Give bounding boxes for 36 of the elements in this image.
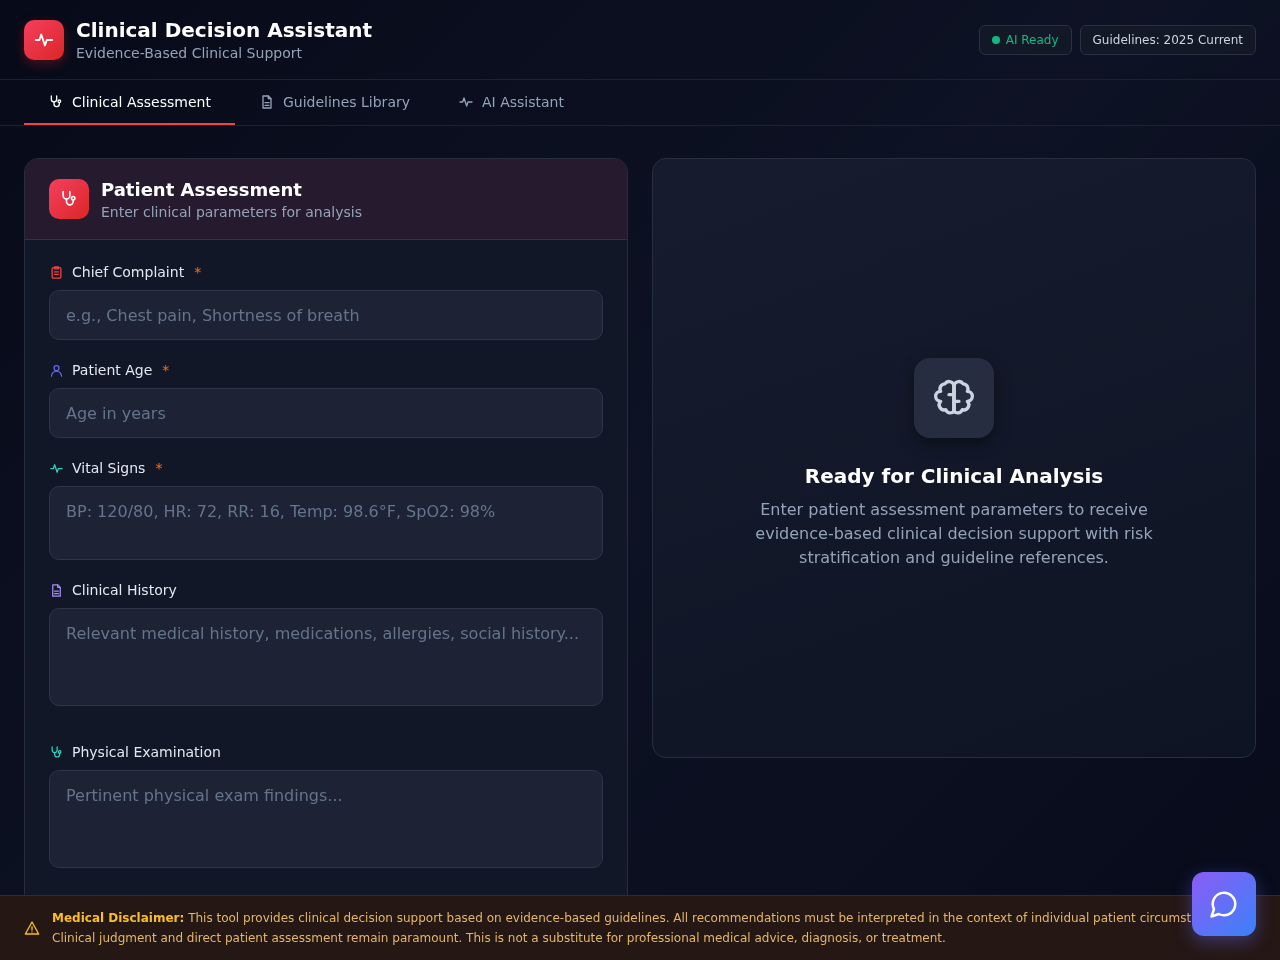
field-label: Vital Signs [72,460,146,476]
app-subtitle: Evidence-Based Clinical Support [76,45,303,61]
required-mark: * [162,362,170,378]
text-area[interactable]: BP: 120/80, HR: 72, RR: 16, Temp: 98.6°F, SpO2: 98% [49,486,603,560]
card-subtitle: Enter clinical parameters for analysis [101,203,362,220]
tab[interactable]: Clinical Assessment [24,80,235,125]
input-field[interactable]: Age in years [49,388,603,438]
tab[interactable]: Guidelines Library [234,80,434,125]
logo-icon [24,19,64,60]
text-area[interactable]: Pertinent physical exam findings... [49,770,603,868]
empty-state-text: Enter patient assessment parameters to receive evidence-based clinical decision support with risk stratification and guideline references. [754,499,1154,569]
required-mark: * [194,264,202,280]
field-label: Physical Examination [72,744,221,760]
document-icon [49,582,64,598]
tab[interactable]: AI Assistant [434,80,588,125]
required-mark: * [155,460,163,476]
input-field[interactable]: e.g., Chest pain, Shortness of breath [49,290,603,340]
disclaimer-text: Medical Disclaimer: This tool provides clinical decision support based on evidence-based guidelines. All recommendations must be interpreted in the context of individual patient circumst Clinical judgment and direct patient assessment remain paramount. This is not a substitute for professional medical advice, diagnosis, or treatment. [52,910,1192,947]
text-area[interactable]: Relevant medical history, medications, allergies, social history... [49,608,603,706]
field-label: Patient Age [72,362,153,378]
brain-icon [914,358,994,438]
status-badge: AI Ready [978,24,1072,55]
chat-icon [1209,889,1239,919]
warning-icon [24,920,40,936]
clipboard-icon [49,264,64,280]
empty-state-title: Ready for Clinical Analysis [804,464,1104,488]
field-label: Clinical History [72,582,177,598]
stethoscope-icon [48,93,64,110]
status-badge: Guidelines: 2025 Current [1079,24,1256,55]
app-title: Clinical Decision Assistant [76,18,373,42]
stethoscope-icon [49,179,89,219]
field-label: Chief Complaint [72,264,185,280]
chat-button[interactable] [1192,872,1256,936]
person-icon [49,362,64,378]
stethoscope-icon [49,744,64,760]
card-title: Patient Assessment [101,178,303,200]
